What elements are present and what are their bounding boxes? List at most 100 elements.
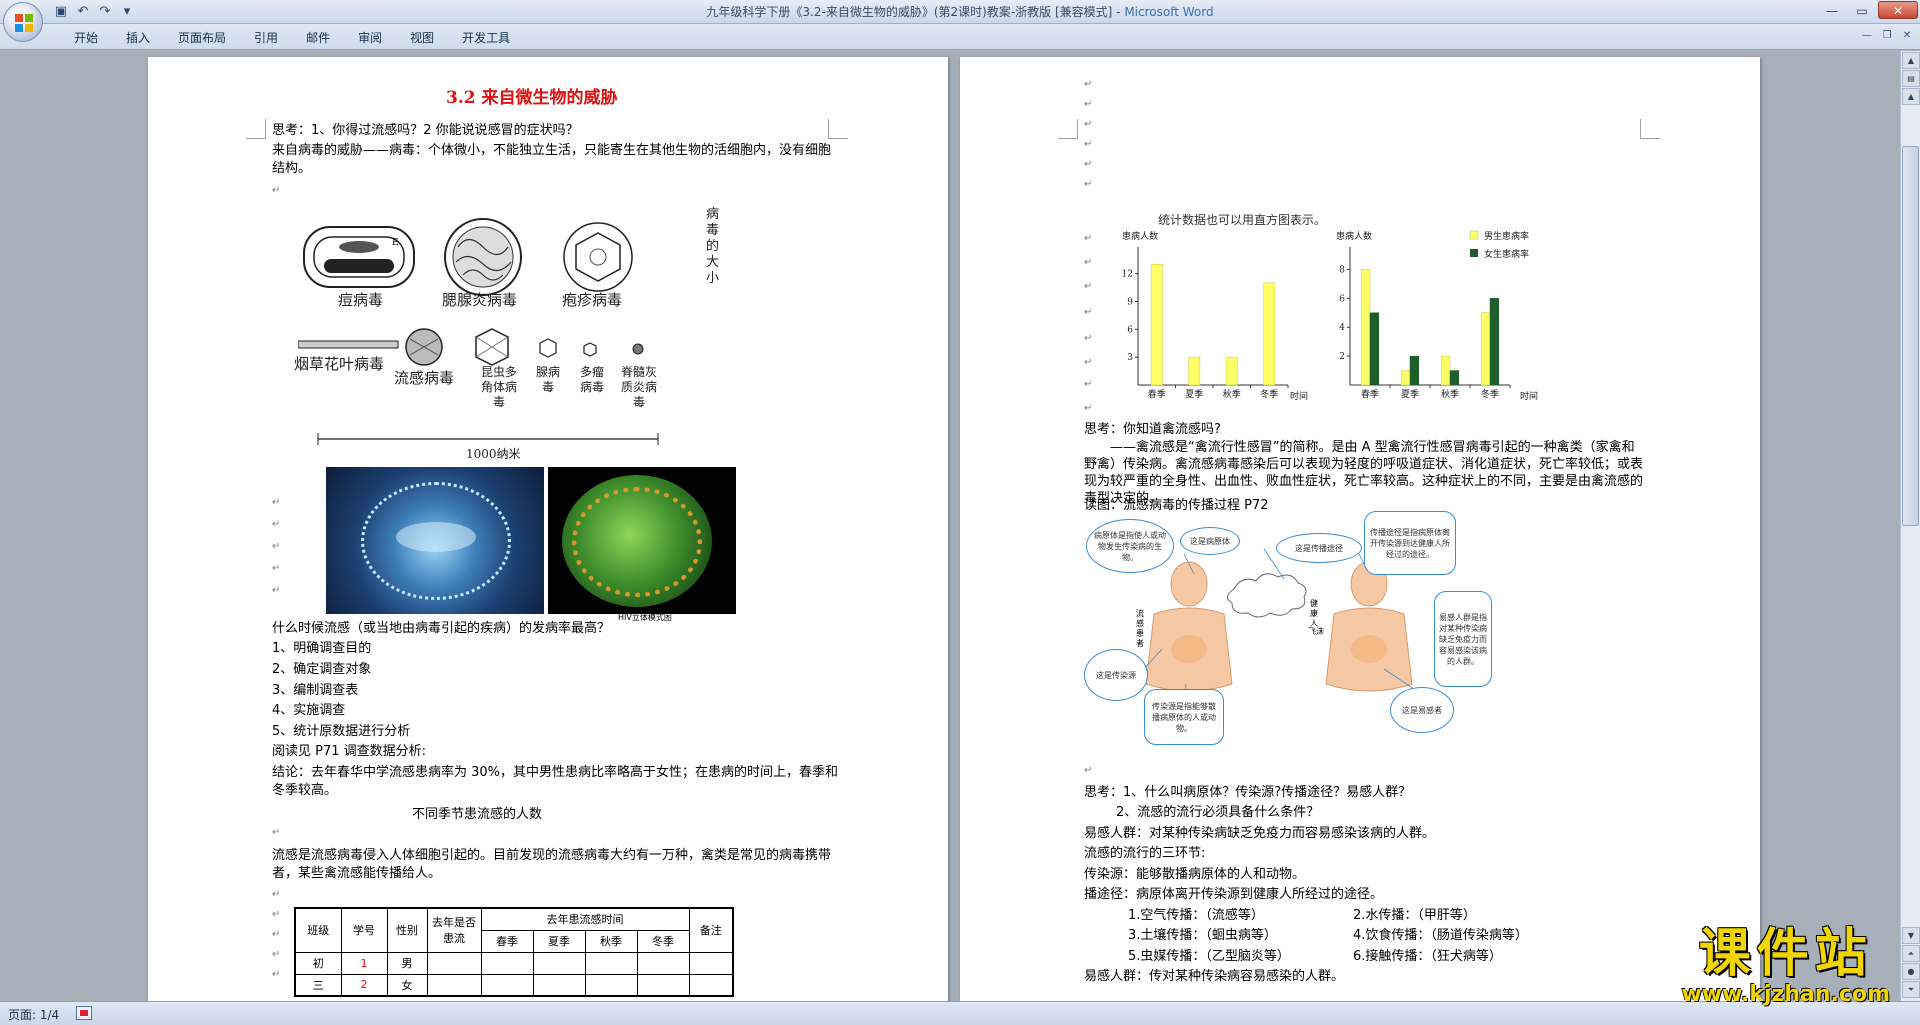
bubble-source-b: 这是传染源 <box>1084 649 1148 701</box>
def-susceptible-2[interactable]: 易感人群：传对某种传染病容易感染的人群。 <box>1084 968 1344 986</box>
header-notes[interactable]: 备注 <box>688 907 734 953</box>
route-6[interactable]: 6.接触传播：（狂犬病等） <box>1353 948 1502 966</box>
def-route[interactable]: 播途径：病原体离开传染源到健康人所经过的途径。 <box>1084 886 1383 904</box>
scroll-up-icon[interactable]: ▲ <box>1902 52 1920 69</box>
cell-notes[interactable] <box>688 951 734 975</box>
header-spring[interactable]: 春季 <box>480 929 534 953</box>
document-title[interactable]: 3.2 来自微生物的威胁 <box>446 89 618 107</box>
header-id[interactable]: 学号 <box>340 907 388 953</box>
title-separator: - <box>1112 5 1125 19</box>
cell-id[interactable]: 2 <box>340 973 388 997</box>
route-1[interactable]: 1.空气传播：（流感等） <box>1128 907 1264 925</box>
step-3[interactable]: 3、编制调查表 <box>272 682 358 700</box>
step-1[interactable]: 1、明确调查目的 <box>272 640 371 658</box>
cell-sex[interactable]: 男 <box>386 951 428 975</box>
read-p71[interactable]: 阅读见 P71 调查数据分析: <box>272 743 426 761</box>
header-had-flu[interactable]: 去年是否患流 <box>426 907 482 953</box>
paragraph-mark: ↵ <box>272 585 281 596</box>
header-winter[interactable]: 冬季 <box>636 929 690 953</box>
cell-had-flu[interactable] <box>426 951 482 975</box>
three-links[interactable]: 流感的流行的三环节: <box>1084 845 1205 863</box>
ribbon-close-icon[interactable]: ✕ <box>1900 29 1914 43</box>
tab-home[interactable]: 开始 <box>60 28 112 48</box>
header-sex[interactable]: 性别 <box>386 907 428 953</box>
virus-intro[interactable]: 来自病毒的威胁——病毒：个体微小，不能独立生活，只能寄生在其他生物的活细胞内，没… <box>272 142 842 178</box>
ribbon-restore-icon[interactable]: ❐ <box>1880 29 1894 43</box>
cell-had-flu[interactable] <box>426 973 482 997</box>
table-title[interactable]: 不同季节患流感的人数 <box>412 806 542 824</box>
paragraph-mark: ↵ <box>272 185 281 196</box>
think-question-3[interactable]: 思考：1、什么叫病原体？传染源?传播途径？易感人群？ <box>1084 784 1411 802</box>
proofing-icon[interactable] <box>76 1006 92 1020</box>
header-summer[interactable]: 夏季 <box>532 929 586 953</box>
legend-label-female: 女生患病率 <box>1484 248 1529 260</box>
def-source[interactable]: 传染源：能够散播病原体的人和动物。 <box>1084 866 1305 884</box>
cell-class[interactable]: 三 <box>294 973 342 997</box>
cell-id[interactable]: 1 <box>340 951 388 975</box>
header-autumn[interactable]: 秋季 <box>584 929 638 953</box>
close-icon[interactable]: ✕ <box>1878 1 1918 19</box>
tab-page-layout[interactable]: 页面布局 <box>164 28 240 48</box>
scroll-up-icon[interactable]: ▲ <box>1902 88 1920 105</box>
svg-text:E: E <box>392 238 399 248</box>
cell-notes[interactable] <box>688 973 734 997</box>
cell-winter[interactable] <box>636 973 690 997</box>
ruler-toggle-icon[interactable]: ▤ <box>1902 70 1920 87</box>
tab-view[interactable]: 视图 <box>396 28 448 48</box>
paragraph-mark: ↵ <box>1084 357 1093 368</box>
cell-winter[interactable] <box>636 951 690 975</box>
think-question-1[interactable]: 思考：1、你得过流感吗？2 你能说说感冒的症状吗？ <box>272 122 579 140</box>
cell-spring[interactable] <box>480 951 534 975</box>
tab-insert[interactable]: 插入 <box>112 28 164 48</box>
scroll-thumb[interactable] <box>1902 146 1919 526</box>
question-incidence[interactable]: 什么时候流感（或当地由病毒引起的疾病）的发病率最高？ <box>272 620 610 638</box>
cell-summer[interactable] <box>532 973 586 997</box>
flu-description[interactable]: 流感是流感病毒侵入人体细胞引起的。目前发现的流感病毒大约有一万种，禽类是常见的病… <box>272 847 842 883</box>
label-pox-virus: 痘病毒 <box>338 291 384 309</box>
cell-summer[interactable] <box>532 951 586 975</box>
header-class[interactable]: 班级 <box>294 907 342 953</box>
next-page-icon[interactable]: ⏷ <box>1902 981 1920 998</box>
read-figure[interactable]: 读图：流感病毒的传播过程 P72 <box>1084 497 1269 515</box>
paragraph-mark: ↵ <box>272 929 281 940</box>
cell-spring[interactable] <box>480 973 534 997</box>
ribbon-minimize-icon[interactable]: — <box>1860 29 1874 43</box>
cell-sex[interactable]: 女 <box>386 973 428 997</box>
paragraph-mark: ↵ <box>1084 281 1093 292</box>
route-2[interactable]: 2.水传播：（甲肝等） <box>1353 907 1476 925</box>
step-5[interactable]: 5、统计原数据进行分析 <box>272 723 410 741</box>
route-3[interactable]: 3.土壤传播：（蛔虫病等） <box>1128 927 1277 945</box>
def-susceptible[interactable]: 易感人群：对某种传染病缺乏免疫力而容易感染该病的人群。 <box>1084 825 1435 843</box>
tab-mailings[interactable]: 邮件 <box>292 28 344 48</box>
select-browse-object-icon[interactable]: ● <box>1902 963 1920 980</box>
page-count[interactable]: 页面: 1/4 <box>8 1006 59 1023</box>
maximize-icon[interactable]: ▭ <box>1848 1 1876 19</box>
cell-autumn[interactable] <box>584 973 638 997</box>
vertical-scrollbar[interactable]: ▲ ▤ ▲ ▼ ⏶ ● ⏷ <box>1900 51 1920 1001</box>
label-insect-virus: 昆虫多角体病毒 <box>480 365 517 409</box>
window-controls: — ▭ ✕ <box>1818 1 1918 19</box>
tab-review[interactable]: 审阅 <box>344 28 396 48</box>
paragraph-mark: ↵ <box>272 541 281 552</box>
route-4[interactable]: 4.饮食传播：（肠道传染病等） <box>1353 927 1528 945</box>
think-bird-flu[interactable]: 思考：你知道禽流感吗? <box>1084 421 1221 439</box>
header-flu-time[interactable]: 去年患流感时间 <box>480 907 690 931</box>
office-button[interactable] <box>3 2 43 42</box>
cell-class[interactable]: 初 <box>294 951 342 975</box>
previous-page-icon[interactable]: ⏶ <box>1902 945 1920 962</box>
tab-references[interactable]: 引用 <box>240 28 292 48</box>
think-question-3b[interactable]: 2、流感的流行必须具备什么条件？ <box>1116 804 1319 822</box>
step-4[interactable]: 4、实施调查 <box>272 702 345 720</box>
minimize-icon[interactable]: — <box>1818 1 1846 19</box>
route-5[interactable]: 5.虫媒传播：（乙型脑炎等） <box>1128 948 1290 966</box>
paragraph-mark: ↵ <box>272 969 281 980</box>
step-2[interactable]: 2、确定调查对象 <box>272 661 371 679</box>
paragraph-mark: ↵ <box>272 827 281 838</box>
cell-autumn[interactable] <box>584 951 638 975</box>
window-title: 九年级科学下册《3.2-来自微生物的威胁》(第2课时)教案-浙教版 [兼容模式]… <box>0 3 1920 20</box>
tab-developer[interactable]: 开发工具 <box>448 28 524 48</box>
scroll-down-icon[interactable]: ▼ <box>1902 927 1920 944</box>
paragraph-mark: ↵ <box>1084 307 1093 318</box>
conclusion[interactable]: 结论：去年春华中学流感患病率为 30%，其中男性患病比率略高于女性；在患病的时间… <box>272 764 842 800</box>
x-tick-label: 秋季 <box>1223 388 1241 400</box>
